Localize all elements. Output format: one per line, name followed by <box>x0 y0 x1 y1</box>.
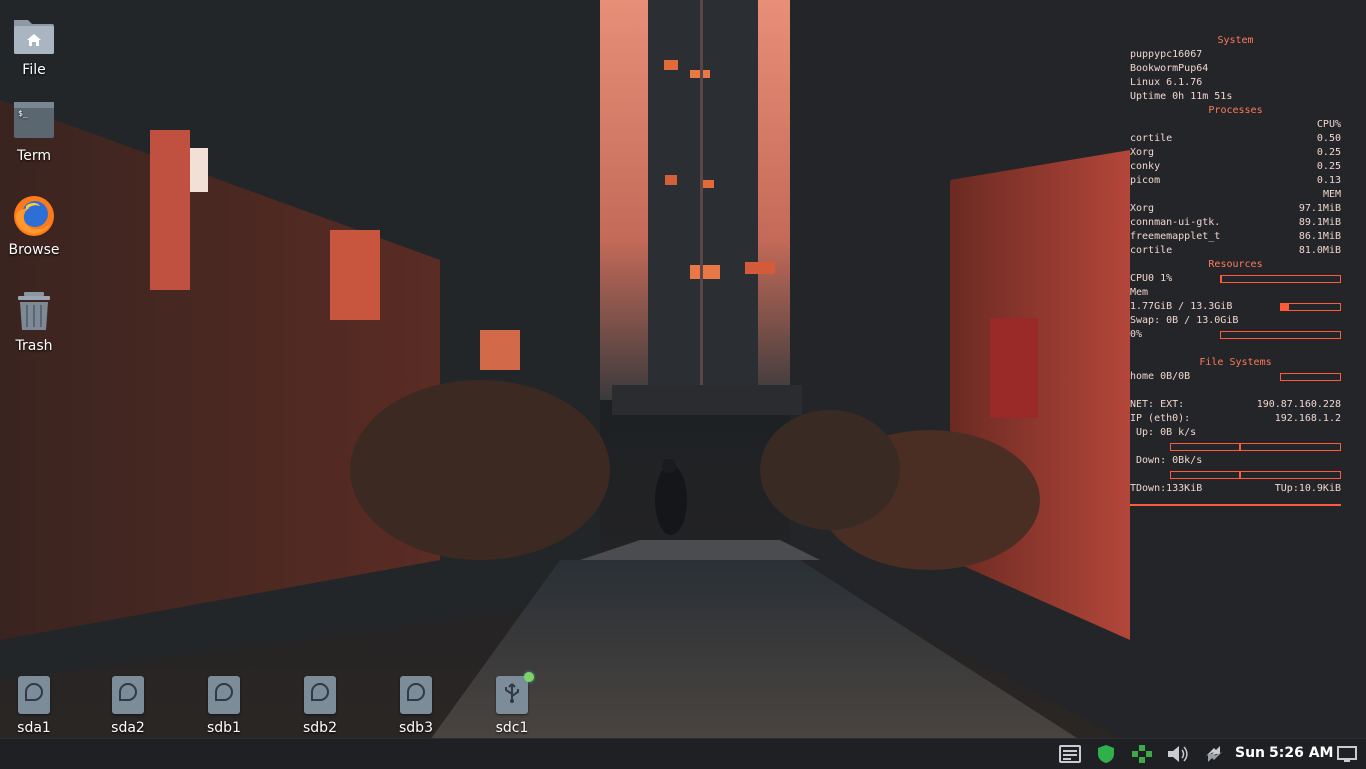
net-ext-row: NET: EXT: 190.87.160.228 <box>1130 399 1341 410</box>
swap-usage: Swap: 0B / 13.0GiB <box>1130 315 1239 326</box>
processes-header: Processes <box>1208 105 1263 116</box>
network-icon[interactable] <box>1130 744 1154 764</box>
fs-home-row: home 0B/0B <box>1130 370 1341 384</box>
transfer-icon[interactable] <box>1202 744 1226 764</box>
desktop-icon-file[interactable]: File <box>0 14 74 78</box>
drive-icon <box>400 676 432 714</box>
process-row: conky 0.25 <box>1130 161 1341 172</box>
resources-header: Resources <box>1208 259 1263 270</box>
volume-icon[interactable] <box>1166 744 1190 764</box>
drive-icon <box>112 676 144 714</box>
drive-label: sda1 <box>17 720 51 736</box>
drive-icon <box>304 676 336 714</box>
clock-time[interactable]: 5:26 AM <box>1269 745 1333 761</box>
cpu0-bar <box>1220 275 1341 283</box>
conky-system-monitor: System puppypc16067 BookwormPup64 Linux … <box>1130 34 1341 506</box>
mem-column-header: MEM <box>1322 189 1341 200</box>
drive-icon <box>18 676 50 714</box>
shield-icon[interactable] <box>1095 744 1117 764</box>
drive-sdc1[interactable]: sdc1 <box>477 672 547 736</box>
show-desktop-icon[interactable] <box>1336 744 1358 764</box>
drive-label: sdc1 <box>495 720 529 736</box>
net-down-graph <box>1130 468 1341 482</box>
desktop-icon-label: Browse <box>8 242 60 258</box>
desktop-icon-label: Trash <box>15 338 53 354</box>
net-totals-row: TDown:133KiB TUp:10.9KiB <box>1130 483 1341 494</box>
net-up: Up: 0B k/s <box>1136 427 1197 438</box>
trash-icon <box>12 290 56 334</box>
drive-label: sdb1 <box>207 720 241 736</box>
process-row: freememapplet_t 86.1MiB <box>1130 231 1341 242</box>
ip-row: IP (eth0): 192.168.1.2 <box>1130 413 1341 424</box>
desktop-icon-browse[interactable]: Browse <box>0 194 74 258</box>
drive-label: sdb3 <box>399 720 433 736</box>
usb-drive-icon <box>496 672 534 714</box>
drive-label: sda2 <box>111 720 145 736</box>
hostname: puppypc16067 <box>1130 49 1203 60</box>
swap-bar <box>1220 331 1341 339</box>
net-down: Down: 0Bk/s <box>1136 455 1203 466</box>
mem-row: 1.77GiB / 13.3GiB <box>1130 300 1341 314</box>
cpu-column-header: CPU% <box>1316 119 1341 130</box>
system-header: System <box>1217 35 1254 46</box>
distro: BookwormPup64 <box>1130 63 1209 74</box>
mem-label: Mem <box>1130 287 1149 298</box>
drive-sdb3[interactable]: sdb3 <box>381 676 451 736</box>
process-row: cortile 0.50 <box>1130 133 1341 144</box>
firefox-icon <box>12 194 56 238</box>
process-row: cortile 81.0MiB <box>1130 245 1341 256</box>
uptime: Uptime 0h 11m 51s <box>1130 91 1233 102</box>
drive-icon <box>208 676 240 714</box>
taskbar: Sun 5:26 AM <box>0 738 1366 769</box>
process-row: picom 0.13 <box>1130 175 1341 186</box>
drive-sdb2[interactable]: sdb2 <box>285 676 355 736</box>
process-row: connman-ui-gtk. 89.1MiB <box>1130 217 1341 228</box>
swap-row: 0% <box>1130 328 1341 342</box>
fs-home-bar <box>1280 373 1341 381</box>
mounted-indicator <box>524 672 534 682</box>
desktop-icon-trash[interactable]: Trash <box>0 290 74 354</box>
desktop-icon-term[interactable]: $_ Term <box>0 100 74 164</box>
drive-sdb1[interactable]: sdb1 <box>189 676 259 736</box>
drive-label: sdb2 <box>303 720 337 736</box>
filesystems-header: File Systems <box>1199 357 1272 368</box>
terminal-icon: $_ <box>12 100 56 144</box>
process-row: Xorg 97.1MiB <box>1130 203 1341 214</box>
conky-divider <box>1130 504 1341 506</box>
mem-bar <box>1280 303 1341 311</box>
net-up-graph <box>1130 440 1341 454</box>
process-row: Xorg 0.25 <box>1130 147 1341 158</box>
clock-day[interactable]: Sun <box>1235 745 1265 761</box>
svg-text:$_: $_ <box>18 109 28 118</box>
kernel: Linux 6.1.76 <box>1130 77 1203 88</box>
desktop-icon-label: Term <box>17 148 51 164</box>
taskbar-window-icon[interactable] <box>1058 744 1082 764</box>
drive-sda1[interactable]: sda1 <box>0 676 69 736</box>
desktop-icon-label: File <box>22 62 46 78</box>
cpu0-row: CPU0 1% <box>1130 272 1341 286</box>
drive-sda2[interactable]: sda2 <box>93 676 163 736</box>
home-folder-icon <box>12 14 56 58</box>
